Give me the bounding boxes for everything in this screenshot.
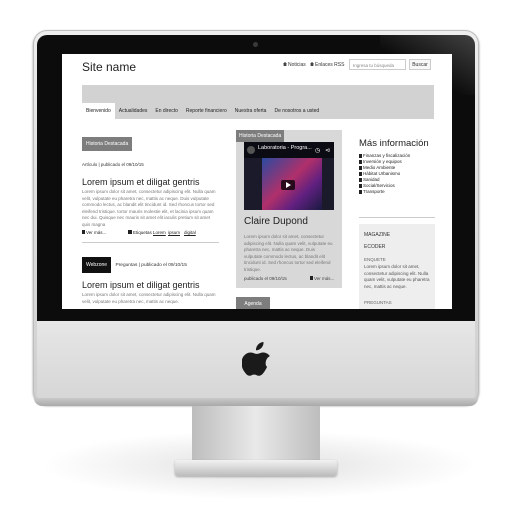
author-text: Lorem ipsum dolor sit amet, consectetur … xyxy=(244,234,333,272)
channel-avatar[interactable] xyxy=(247,146,255,154)
noticias-link[interactable]: Noticias xyxy=(283,62,306,68)
home-icon xyxy=(310,62,314,66)
tag-ipsum[interactable]: ipsum xyxy=(168,230,180,235)
apple-logo-icon xyxy=(242,342,270,376)
category-item[interactable]: Transporte xyxy=(359,189,437,195)
nav-item-bienvenido[interactable]: Bienvenido xyxy=(82,103,115,119)
webzone-badge[interactable]: Webzone xyxy=(82,257,112,273)
tag-digital[interactable]: digital xyxy=(184,230,196,235)
main-nav: Bienvenido Actualidades En directo Repor… xyxy=(82,103,323,119)
tag-lorem[interactable]: Lorem xyxy=(153,230,166,235)
magazine-link[interactable]: MAGAZINE xyxy=(364,232,390,238)
featured-video-card: Historia Destacada Laboratoria - Progra.… xyxy=(236,130,342,288)
more-info-title: Más información xyxy=(359,138,429,149)
bookmark-icon xyxy=(359,159,362,164)
bookmark-icon xyxy=(82,230,85,234)
imac-bottom-edge xyxy=(34,398,478,406)
webzone-row: Webzone Preguntas | publicado el 09/10/1… xyxy=(82,253,219,273)
featured-badge-2[interactable]: Historia Destacada xyxy=(236,130,285,142)
tags-label: Etiquetas : xyxy=(128,230,154,235)
play-button[interactable] xyxy=(281,180,295,190)
bookmark-icon xyxy=(359,171,362,176)
site-name[interactable]: Site name xyxy=(82,60,136,74)
article-meta: Artículo | publicado el 09/10/15 xyxy=(82,162,144,167)
magazine-box: MAGAZINE ECODER ENQUETE Lorem ipsum dolo… xyxy=(359,224,435,309)
more-info-divider xyxy=(359,217,435,218)
video-player[interactable]: Laboratoria - Progra... ◷ ⊲ xyxy=(244,142,334,210)
monitor-stand xyxy=(192,406,320,464)
home-icon xyxy=(283,62,287,66)
enquete-label: ENQUETE xyxy=(364,257,386,262)
category-list: Finanzas y fiscalización Inversión y equ… xyxy=(359,153,437,195)
article-divider xyxy=(82,242,219,243)
article-text-2: Lorem ipsum dolor sit amet, consectetur … xyxy=(82,292,216,304)
clock-icon[interactable]: ◷ xyxy=(315,147,320,154)
article-actions: Ver más... Etiquetas : Lorem ipsum digit… xyxy=(82,230,219,238)
bookmark-icon xyxy=(359,165,362,170)
article-text: Lorem ipsum dolor sit amet, consectetur … xyxy=(82,189,216,227)
article-title[interactable]: Lorem ipsum et diligat gentris xyxy=(82,177,219,187)
search-button[interactable]: Buscar xyxy=(409,59,431,70)
tag-icon xyxy=(128,230,132,234)
video-title[interactable]: Laboratoria - Progra... xyxy=(258,145,312,151)
share-icon[interactable]: ⊲ xyxy=(325,147,330,154)
published-date: publicado el 09/10/15 xyxy=(244,276,287,281)
article-title-2[interactable]: Lorem ipsum et diligat gentris xyxy=(82,280,219,290)
search-input[interactable]: Ingresa tu búsqueda xyxy=(349,59,406,70)
website-screen: Site name Noticias Enlaces RSS Ingresa t… xyxy=(62,54,452,309)
featured-badge[interactable]: Historia Destacada xyxy=(82,137,133,151)
agenda-badge[interactable]: Agenda xyxy=(236,297,270,309)
read-more-link-2[interactable]: Ver más... xyxy=(310,276,334,281)
nav-item-en-directo[interactable]: En directo xyxy=(151,103,182,119)
bookmark-icon xyxy=(359,189,362,194)
nav-item-reporte-financiero[interactable]: Reporte financiero xyxy=(182,103,231,119)
webzone-meta: Preguntas | publicado el 09/10/15 xyxy=(115,263,187,268)
bookmark-icon xyxy=(310,276,313,280)
nav-item-de-nosotros[interactable]: De nosotros a usted xyxy=(270,103,323,119)
read-more-link[interactable]: Ver más... xyxy=(82,230,106,235)
preguntas-label: PREGUNTAS xyxy=(364,300,392,305)
nav-item-actualidades[interactable]: Actualidades xyxy=(115,103,152,119)
ecoder-link[interactable]: ECODER xyxy=(364,244,385,250)
more-info-column: Más información Finanzas y fiscalización… xyxy=(359,138,437,195)
bookmark-icon xyxy=(359,183,362,188)
author-name[interactable]: Claire Dupond xyxy=(244,216,308,227)
camera-icon xyxy=(253,42,258,47)
bookmark-icon xyxy=(359,177,362,182)
bookmark-icon xyxy=(359,153,362,158)
monitor-stand-foot xyxy=(175,460,337,476)
enquete-text: Lorem ipsum dolor sit amet, consectetur … xyxy=(364,264,430,289)
author-footer: publicado el 09/10/15 Ver más... xyxy=(244,276,336,281)
main-column: Historia Destacada Artículo | publicado … xyxy=(82,132,219,305)
rss-link[interactable]: Enlaces RSS xyxy=(310,62,344,68)
nav-item-nuestra-oferta[interactable]: Nuestra oferta xyxy=(231,103,271,119)
